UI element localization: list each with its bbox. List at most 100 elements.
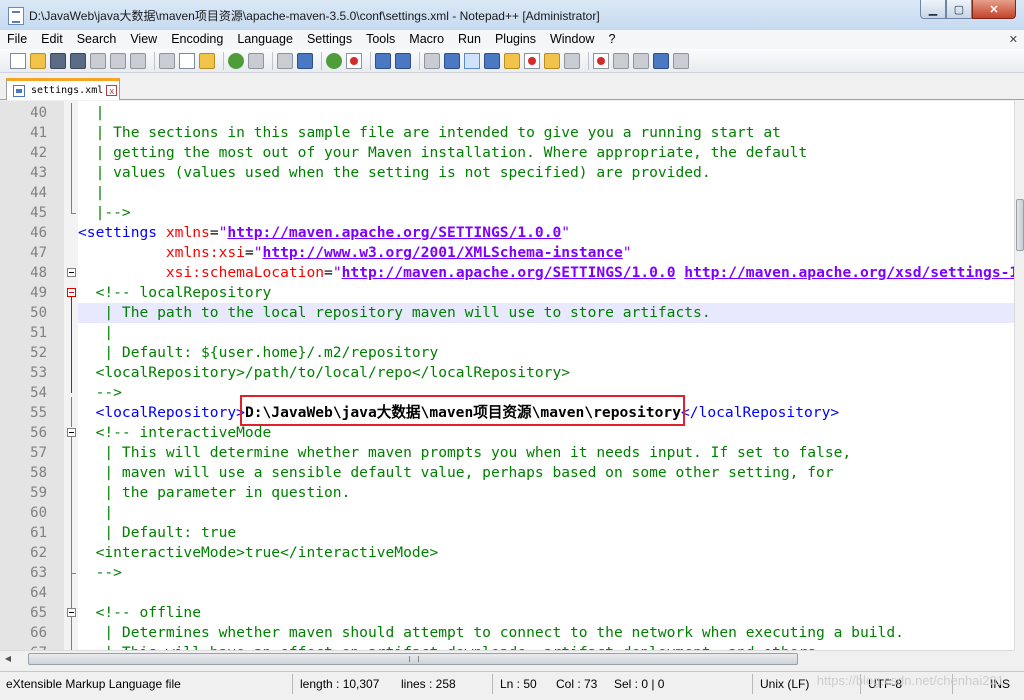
line-number[interactable]: 62 [0,543,47,563]
code-line[interactable]: | values (values used when the setting i… [78,163,711,183]
code-line[interactable]: xsi:schemaLocation="http://maven.apache.… [78,263,1014,283]
replace-icon[interactable] [297,52,313,69]
code-line[interactable]: |--> [78,203,131,223]
line-number[interactable]: 66 [0,623,47,643]
tab-close-icon[interactable]: x [106,85,118,96]
menu-run[interactable]: Run [451,30,488,49]
zoom-in-icon[interactable] [326,52,342,69]
sync-vertical-icon[interactable] [375,52,391,69]
menu-settings[interactable]: Settings [300,30,359,49]
code-line[interactable]: | [78,183,105,203]
menu-edit[interactable]: Edit [34,30,70,49]
play-macro-icon[interactable] [633,52,649,69]
copy-icon[interactable] [179,52,195,69]
code-line[interactable]: | [78,503,113,523]
code-line[interactable]: --> [78,383,122,403]
line-number[interactable]: 57 [0,443,47,463]
run-macro-multiple-icon[interactable] [653,52,669,69]
menu-file[interactable]: File [0,30,34,49]
code-line[interactable]: | [78,103,105,123]
open-file-icon[interactable] [30,52,46,69]
line-number[interactable]: 63 [0,563,47,583]
fold-toggle-icon[interactable] [67,608,76,617]
notepadpp-app-icon[interactable] [8,7,24,25]
show-all-characters-icon[interactable] [444,52,460,69]
scroll-left-icon[interactable]: ◀ [2,653,14,665]
fold-toggle-icon[interactable] [67,288,76,297]
tab-settings-xml[interactable]: settings.xml x [6,78,120,100]
line-number[interactable]: 67 [0,643,47,650]
print-icon[interactable] [130,52,146,69]
word-wrap-icon[interactable] [424,52,440,69]
line-number[interactable]: 40 [0,103,47,123]
vertical-scrollbar-thumb[interactable] [1016,199,1024,251]
menu-language[interactable]: Language [230,30,300,49]
find-icon[interactable] [277,52,293,69]
close-button[interactable]: ✕ [972,0,1016,19]
line-number[interactable]: 58 [0,463,47,483]
line-number[interactable]: 52 [0,343,47,363]
code-line[interactable]: | [78,323,113,343]
status-eol-format[interactable]: Unix (LF) [760,675,809,693]
line-number[interactable]: 55 [0,403,47,423]
code-line[interactable]: | This will have an effect on artifact d… [78,643,824,650]
zoom-out-icon[interactable] [346,52,362,69]
code-line[interactable]: | This will determine whether maven prom… [78,443,851,463]
line-number[interactable]: 43 [0,163,47,183]
line-number[interactable]: 49 [0,283,47,303]
code-line[interactable]: | maven will use a sensible default valu… [78,463,833,483]
fold-toggle-icon[interactable] [67,268,76,277]
menu-view[interactable]: View [123,30,164,49]
code-line[interactable]: <!-- interactiveMode [78,423,272,443]
new-file-icon[interactable] [10,52,26,69]
redo-icon[interactable] [248,52,264,69]
fold-toggle-icon[interactable] [67,428,76,437]
stop-macro-icon[interactable] [613,52,629,69]
horizontal-scrollbar[interactable]: ◀ [0,650,1014,667]
sync-horizontal-icon[interactable] [395,52,411,69]
close-document-icon[interactable]: ✕ [1009,33,1018,46]
menu-window[interactable]: Window [543,30,601,49]
paste-icon[interactable] [199,52,215,69]
code-line[interactable]: <localRepository>/path/to/local/repo</lo… [78,363,570,383]
close-all-icon[interactable] [110,52,126,69]
code-line[interactable]: | The sections in this sample file are i… [78,123,781,143]
minimize-button[interactable]: ▁ [920,0,946,19]
code-area[interactable]: | | The sections in this sample file are… [78,101,1014,650]
indent-guide-icon[interactable] [464,52,480,69]
monitoring-icon[interactable] [564,52,580,69]
save-macro-icon[interactable] [673,52,689,69]
save-all-icon[interactable] [70,52,86,69]
line-number[interactable]: 61 [0,523,47,543]
line-number[interactable]: 42 [0,143,47,163]
code-editor[interactable]: 40 41 42 43 44 45 46 47 48 49 50 51 52 53 54 55 56 57 58 59… [0,101,1014,650]
title-bar[interactable]: D:\JavaWeb\java大数据\maven项目资源\apache-mave… [0,0,1024,31]
document-map-icon[interactable] [504,52,520,69]
line-number[interactable]: 46 [0,223,47,243]
line-number[interactable]: 48 [0,263,47,283]
save-icon[interactable] [50,52,66,69]
line-number[interactable]: 45 [0,203,47,223]
user-language-icon[interactable] [484,52,500,69]
code-line[interactable]: | Determines whether maven should attemp… [78,623,904,643]
maximize-button[interactable]: ▢ [946,0,972,19]
line-number[interactable]: 53 [0,363,47,383]
code-line[interactable]: | the parameter in question. [78,483,350,503]
line-number[interactable]: 44 [0,183,47,203]
menu-macro[interactable]: Macro [402,30,451,49]
code-line[interactable]: xmlns:xsi="http://www.w3.org/2001/XMLSch… [78,243,632,263]
line-number[interactable]: 60 [0,503,47,523]
line-number[interactable]: 51 [0,323,47,343]
line-number[interactable]: 64 [0,583,47,603]
menu-help[interactable]: ? [601,30,622,49]
line-number[interactable]: 50 [0,303,47,323]
line-number[interactable]: 54 [0,383,47,403]
line-number[interactable]: 65 [0,603,47,623]
menu-plugins[interactable]: Plugins [488,30,543,49]
code-line[interactable]: | Default: true [78,523,236,543]
code-line[interactable]: | getting the most out of your Maven ins… [78,143,808,163]
code-line[interactable]: <!-- offline [78,603,201,623]
vertical-scrollbar[interactable] [1014,101,1024,650]
record-macro-icon[interactable] [593,52,609,69]
code-line[interactable]: --> [78,563,122,583]
